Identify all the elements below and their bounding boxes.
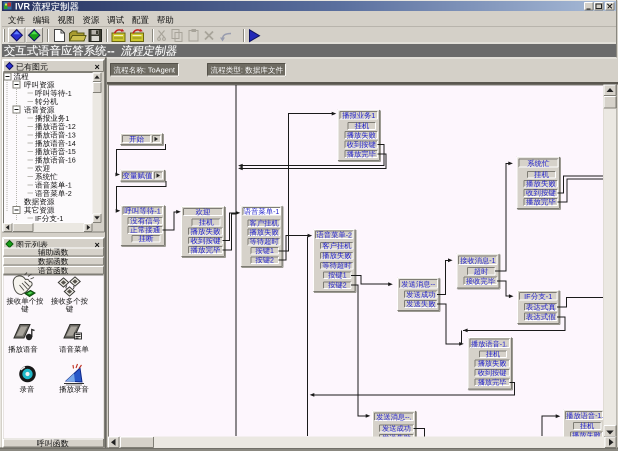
- svg-text:-1.: -1.: [500, 341, 508, 348]
- svg-text:IVR: IVR: [15, 2, 31, 12]
- svg-text:-1: -1: [154, 206, 160, 215]
- svg-text:1: 1: [343, 273, 347, 280]
- svg-text:IF: IF: [524, 292, 531, 301]
- svg-text:: ToAgent: : ToAgent: [144, 66, 175, 75]
- svg-text:--: --: [107, 46, 115, 58]
- svg-text:-2: -2: [65, 189, 71, 198]
- svg-text:2: 2: [343, 282, 347, 289]
- svg-text:-2: -2: [346, 232, 352, 239]
- svg-text:1: 1: [270, 248, 274, 255]
- svg-text::: :: [241, 66, 243, 75]
- svg-text:-1: -1: [57, 214, 63, 223]
- svg-text:-1.: -1.: [595, 413, 603, 420]
- svg-text:1: 1: [371, 113, 375, 120]
- svg-text:IF: IF: [35, 214, 42, 223]
- svg-text:-1: -1: [546, 292, 552, 301]
- svg-text:-1: -1: [489, 258, 495, 265]
- svg-text:--.: --.: [405, 415, 412, 422]
- svg-text:-1: -1: [65, 89, 71, 98]
- svg-text:×: ×: [95, 62, 100, 72]
- svg-text:-16: -16: [65, 156, 75, 165]
- svg-text:-1: -1: [273, 209, 279, 216]
- svg-text:--: --: [431, 282, 436, 289]
- svg-text:2: 2: [270, 257, 274, 264]
